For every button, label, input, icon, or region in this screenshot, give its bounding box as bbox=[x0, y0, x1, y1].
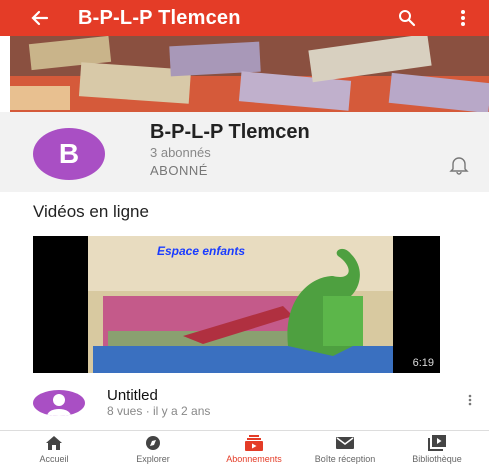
uploader-avatar bbox=[33, 390, 85, 416]
nav-label-library: Bibliothèque bbox=[412, 454, 462, 464]
more-vertical-icon bbox=[461, 10, 465, 26]
section-title: Vidéos en ligne bbox=[33, 202, 149, 221]
nav-label-subscriptions: Abonnements bbox=[226, 454, 282, 464]
nav-item-inbox[interactable]: Boîte réception bbox=[300, 435, 390, 464]
channel-banner bbox=[10, 36, 489, 112]
search-icon bbox=[399, 10, 416, 27]
thumbnail-caption: Espace enfants bbox=[157, 244, 246, 258]
person-icon bbox=[47, 394, 71, 416]
nav-label-explore: Explorer bbox=[136, 454, 170, 464]
subscriber-count: 3 abonnés bbox=[150, 145, 211, 160]
channel-title: B-P-L-P Tlemcen bbox=[78, 6, 241, 29]
bell-icon bbox=[449, 157, 469, 175]
more-options-button[interactable] bbox=[445, 0, 481, 36]
more-vertical-icon bbox=[468, 394, 472, 406]
library-icon bbox=[428, 435, 446, 451]
back-button[interactable] bbox=[22, 0, 58, 36]
notification-bell-button[interactable] bbox=[448, 154, 470, 176]
video-meta: 8 vues · il y a 2 ans bbox=[107, 404, 211, 418]
video-more-button[interactable] bbox=[462, 390, 478, 410]
channel-name: B-P-L-P Tlemcen bbox=[150, 121, 310, 143]
video-title[interactable]: Untitled bbox=[107, 387, 158, 404]
search-button[interactable] bbox=[389, 0, 425, 36]
nav-item-subscriptions[interactable]: Abonnements bbox=[209, 435, 299, 464]
compass-icon bbox=[146, 436, 160, 450]
channel-header: B B-P-L-P Tlemcen 3 abonnés ABONNÉ bbox=[0, 112, 489, 192]
app-bar: B-P-L-P Tlemcen bbox=[0, 0, 489, 36]
nav-item-explore[interactable]: Explorer bbox=[128, 435, 178, 464]
nav-item-home[interactable]: Accueil bbox=[34, 435, 74, 464]
subscribed-button[interactable]: ABONNÉ bbox=[150, 163, 208, 178]
channel-avatar[interactable]: B bbox=[33, 128, 105, 180]
video-thumbnail[interactable]: Espace enfants 6:19 bbox=[33, 236, 440, 373]
nav-item-library[interactable]: Bibliothèque bbox=[392, 435, 482, 464]
home-icon bbox=[46, 436, 62, 450]
video-duration: 6:19 bbox=[412, 357, 434, 369]
inbox-icon bbox=[336, 437, 354, 449]
nav-label-inbox: Boîte réception bbox=[314, 454, 376, 464]
video-list-item[interactable]: Untitled 8 vues · il y a 2 ans bbox=[0, 378, 489, 424]
back-arrow-icon bbox=[31, 10, 49, 26]
nav-label-home: Accueil bbox=[39, 454, 69, 464]
subscriptions-icon bbox=[245, 435, 263, 451]
bottom-navigation: Accueil Explorer Abonnements Boîte récep… bbox=[0, 430, 489, 471]
